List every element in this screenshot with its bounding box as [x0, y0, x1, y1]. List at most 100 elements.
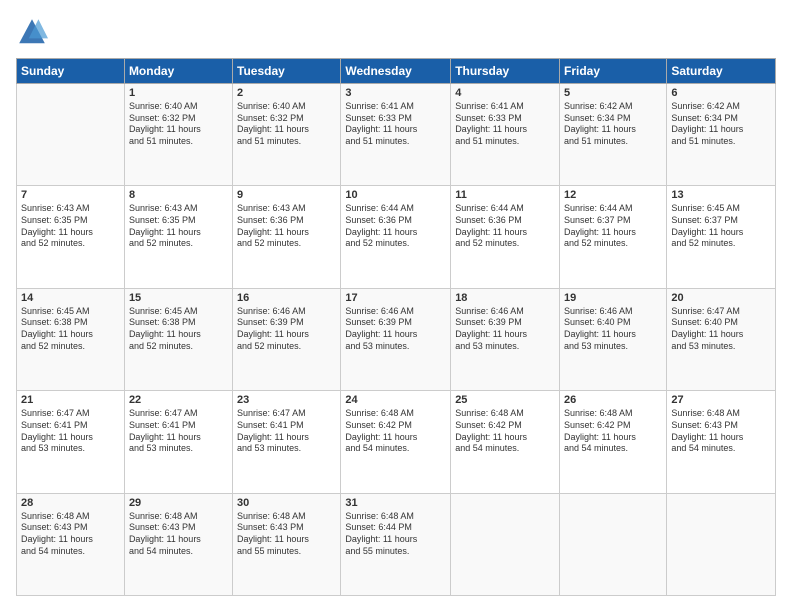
day-number: 3	[345, 87, 446, 99]
day-number: 24	[345, 394, 446, 406]
calendar-cell: 3 Sunrise: 6:41 AM Sunset: 6:33 PM Daylig…	[341, 84, 451, 186]
header	[16, 16, 776, 48]
day-number: 22	[129, 394, 228, 406]
day-number: 17	[345, 292, 446, 304]
day-info: Sunrise: 6:42 AM Sunset: 6:34 PM Dayligh…	[671, 101, 771, 148]
header-cell-thursday: Thursday	[451, 59, 560, 84]
day-number: 28	[21, 497, 120, 509]
day-number: 27	[671, 394, 771, 406]
day-number: 23	[237, 394, 336, 406]
calendar-cell: 8Sunrise: 6:43 AM Sunset: 6:35 PM Daylig…	[124, 186, 232, 288]
header-cell-friday: Friday	[560, 59, 667, 84]
header-cell-sunday: Sunday	[17, 59, 125, 84]
day-info: Sunrise: 6:45 AM Sunset: 6:38 PM Dayligh…	[21, 306, 120, 353]
calendar-cell: 25 Sunrise: 6:48 AM Sunset: 6:42 PM Dayli…	[451, 391, 560, 493]
logo	[16, 16, 52, 48]
day-number: 7	[21, 189, 120, 201]
calendar-cell: 21 Sunrise: 6:47 AM Sunset: 6:41 PM Dayli…	[17, 391, 125, 493]
day-info: Sunrise: 6:46 AM Sunset: 6:39 PM Dayligh…	[237, 306, 336, 353]
day-number: 19	[564, 292, 662, 304]
day-info: Sunrise: 6:41 AM Sunset: 6:33 PM Dayligh…	[345, 101, 446, 148]
calendar-cell: 4 Sunrise: 6:41 AM Sunset: 6:33 PM Daylig…	[451, 84, 560, 186]
header-cell-monday: Monday	[124, 59, 232, 84]
day-number: 16	[237, 292, 336, 304]
day-info: Sunrise: 6:48 AM Sunset: 6:44 PM Dayligh…	[345, 511, 446, 558]
day-info: Sunrise: 6:44 AM Sunset: 6:36 PM Dayligh…	[345, 203, 446, 250]
day-number: 21	[21, 394, 120, 406]
day-number: 31	[345, 497, 446, 509]
day-info: Sunrise: 6:46 AM Sunset: 6:39 PM Dayligh…	[345, 306, 446, 353]
day-info: Sunrise: 6:45 AM Sunset: 6:38 PM Dayligh…	[129, 306, 228, 353]
week-row-0: 1 Sunrise: 6:40 AM Sunset: 6:32 PM Daylig…	[17, 84, 776, 186]
calendar-cell: 6 Sunrise: 6:42 AM Sunset: 6:34 PM Daylig…	[667, 84, 776, 186]
calendar-cell	[667, 493, 776, 595]
calendar-cell: 17 Sunrise: 6:46 AM Sunset: 6:39 PM Dayli…	[341, 288, 451, 390]
day-info: Sunrise: 6:48 AM Sunset: 6:43 PM Dayligh…	[129, 511, 228, 558]
calendar-cell: 7 Sunrise: 6:43 AM Sunset: 6:35 PM Daylig…	[17, 186, 125, 288]
calendar-cell: 11 Sunrise: 6:44 AM Sunset: 6:36 PM Dayli…	[451, 186, 560, 288]
week-row-1: 7 Sunrise: 6:43 AM Sunset: 6:35 PM Daylig…	[17, 186, 776, 288]
calendar-cell	[451, 493, 560, 595]
day-info: Sunrise: 6:47 AM Sunset: 6:41 PM Dayligh…	[237, 408, 336, 455]
calendar-cell: 1 Sunrise: 6:40 AM Sunset: 6:32 PM Daylig…	[124, 84, 232, 186]
day-number: 26	[564, 394, 662, 406]
day-info: Sunrise: 6:48 AM Sunset: 6:42 PM Dayligh…	[455, 408, 555, 455]
day-info: Sunrise: 6:40 AM Sunset: 6:32 PM Dayligh…	[129, 101, 228, 148]
calendar-cell: 27 Sunrise: 6:48 AM Sunset: 6:43 PM Dayli…	[667, 391, 776, 493]
calendar-cell: 16 Sunrise: 6:46 AM Sunset: 6:39 PM Dayli…	[233, 288, 341, 390]
week-row-2: 14 Sunrise: 6:45 AM Sunset: 6:38 PM Dayli…	[17, 288, 776, 390]
calendar-cell: 24 Sunrise: 6:48 AM Sunset: 6:42 PM Dayli…	[341, 391, 451, 493]
day-number: 13	[671, 189, 771, 201]
calendar-cell: 26Sunrise: 6:48 AM Sunset: 6:42 PM Dayli…	[560, 391, 667, 493]
day-info: Sunrise: 6:46 AM Sunset: 6:39 PM Dayligh…	[455, 306, 555, 353]
day-number: 15	[129, 292, 228, 304]
calendar-cell: 18 Sunrise: 6:46 AM Sunset: 6:39 PM Dayli…	[451, 288, 560, 390]
calendar-cell: 5Sunrise: 6:42 AM Sunset: 6:34 PM Daylig…	[560, 84, 667, 186]
day-number: 5	[564, 87, 662, 99]
day-number: 20	[671, 292, 771, 304]
calendar-cell: 31 Sunrise: 6:48 AM Sunset: 6:44 PM Dayli…	[341, 493, 451, 595]
day-number: 11	[455, 189, 555, 201]
logo-icon	[16, 16, 48, 48]
calendar-table: SundayMondayTuesdayWednesdayThursdayFrid…	[16, 58, 776, 596]
calendar-cell: 22 Sunrise: 6:47 AM Sunset: 6:41 PM Dayli…	[124, 391, 232, 493]
day-number: 30	[237, 497, 336, 509]
day-number: 12	[564, 189, 662, 201]
calendar-cell: 2 Sunrise: 6:40 AM Sunset: 6:32 PM Daylig…	[233, 84, 341, 186]
day-number: 10	[345, 189, 446, 201]
day-info: Sunrise: 6:40 AM Sunset: 6:32 PM Dayligh…	[237, 101, 336, 148]
day-info: Sunrise: 6:48 AM Sunset: 6:43 PM Dayligh…	[671, 408, 771, 455]
header-cell-saturday: Saturday	[667, 59, 776, 84]
calendar-cell	[17, 84, 125, 186]
day-number: 29	[129, 497, 228, 509]
day-number: 4	[455, 87, 555, 99]
day-info: Sunrise: 6:47 AM Sunset: 6:41 PM Dayligh…	[129, 408, 228, 455]
day-info: Sunrise: 6:41 AM Sunset: 6:33 PM Dayligh…	[455, 101, 555, 148]
day-info: Sunrise: 6:48 AM Sunset: 6:43 PM Dayligh…	[21, 511, 120, 558]
day-number: 18	[455, 292, 555, 304]
day-number: 25	[455, 394, 555, 406]
day-number: 14	[21, 292, 120, 304]
day-number: 2	[237, 87, 336, 99]
day-number: 6	[671, 87, 771, 99]
day-info: Sunrise: 6:43 AM Sunset: 6:35 PM Dayligh…	[21, 203, 120, 250]
day-info: Sunrise: 6:47 AM Sunset: 6:41 PM Dayligh…	[21, 408, 120, 455]
header-cell-tuesday: Tuesday	[233, 59, 341, 84]
day-number: 1	[129, 87, 228, 99]
calendar-cell: 29 Sunrise: 6:48 AM Sunset: 6:43 PM Dayli…	[124, 493, 232, 595]
day-info: Sunrise: 6:45 AM Sunset: 6:37 PM Dayligh…	[671, 203, 771, 250]
calendar-cell: 9Sunrise: 6:43 AM Sunset: 6:36 PM Daylig…	[233, 186, 341, 288]
day-info: Sunrise: 6:44 AM Sunset: 6:37 PM Dayligh…	[564, 203, 662, 250]
day-number: 9	[237, 189, 336, 201]
week-row-4: 28 Sunrise: 6:48 AM Sunset: 6:43 PM Dayli…	[17, 493, 776, 595]
day-info: Sunrise: 6:48 AM Sunset: 6:43 PM Dayligh…	[237, 511, 336, 558]
day-info: Sunrise: 6:48 AM Sunset: 6:42 PM Dayligh…	[345, 408, 446, 455]
week-row-3: 21 Sunrise: 6:47 AM Sunset: 6:41 PM Dayli…	[17, 391, 776, 493]
calendar-cell: 13 Sunrise: 6:45 AM Sunset: 6:37 PM Dayli…	[667, 186, 776, 288]
calendar-cell: 28 Sunrise: 6:48 AM Sunset: 6:43 PM Dayli…	[17, 493, 125, 595]
day-number: 8	[129, 189, 228, 201]
page: SundayMondayTuesdayWednesdayThursdayFrid…	[0, 0, 792, 612]
calendar-cell	[560, 493, 667, 595]
day-info: Sunrise: 6:44 AM Sunset: 6:36 PM Dayligh…	[455, 203, 555, 250]
calendar-cell: 14 Sunrise: 6:45 AM Sunset: 6:38 PM Dayli…	[17, 288, 125, 390]
